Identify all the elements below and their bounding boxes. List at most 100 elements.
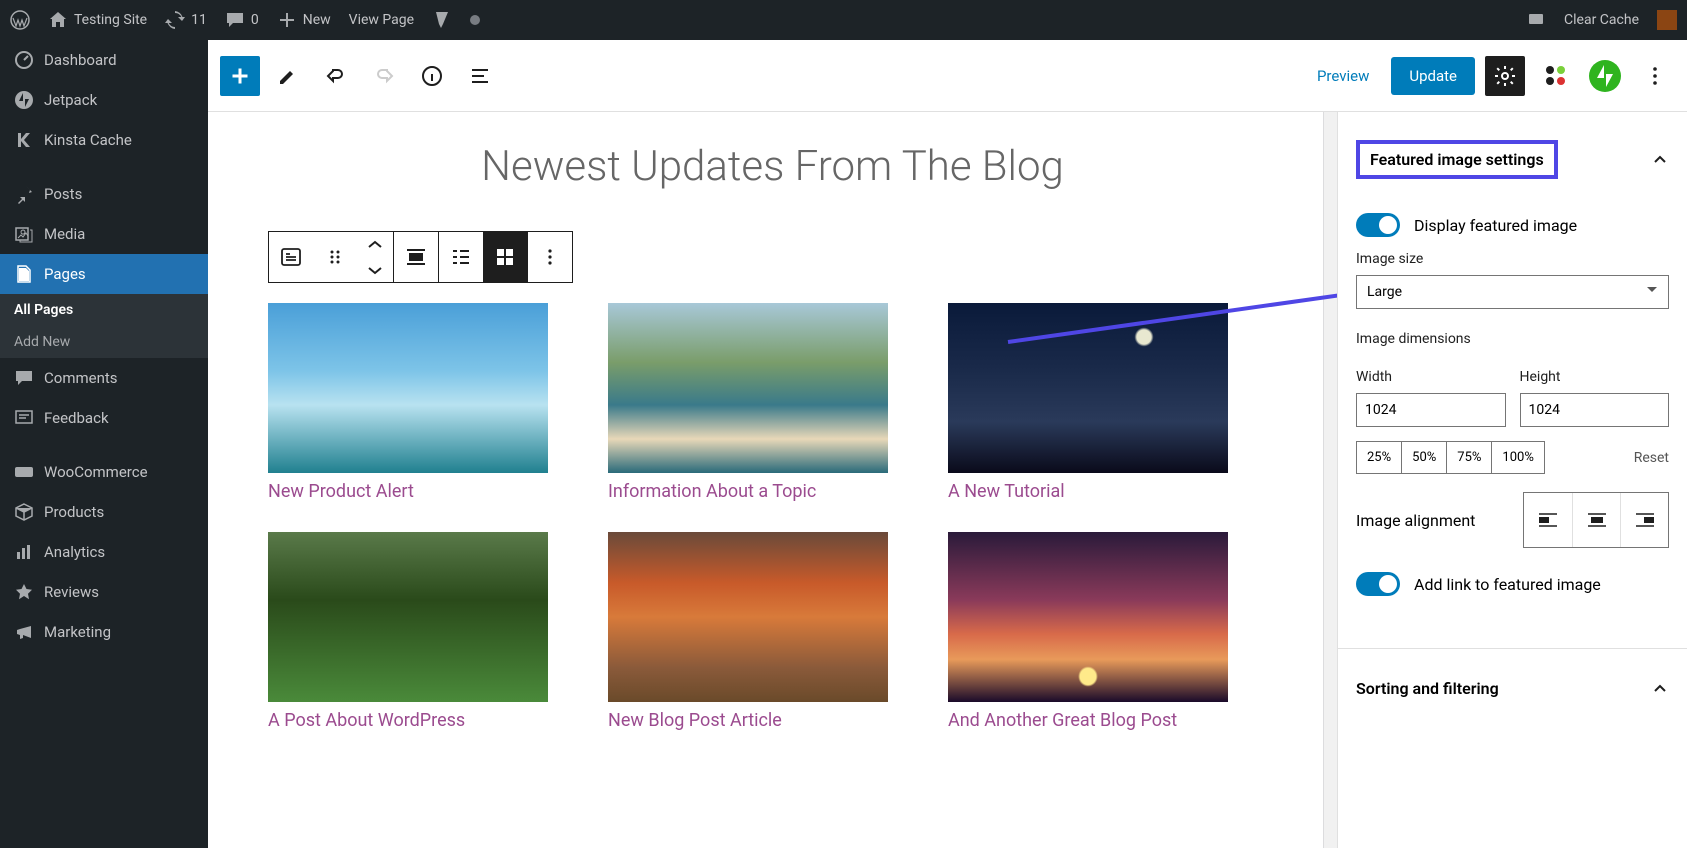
sidebar-item-media[interactable]: Media <box>0 214 208 254</box>
comment-icon <box>14 368 34 388</box>
sidebar-item-analytics[interactable]: Analytics <box>0 532 208 572</box>
notifications[interactable] <box>1526 10 1546 30</box>
site-name-label: Testing Site <box>74 12 147 28</box>
size-25-button[interactable]: 25% <box>1356 441 1402 474</box>
post-thumbnail <box>268 532 548 702</box>
sidebar-item-feedback[interactable]: Feedback <box>0 398 208 438</box>
products-icon <box>14 502 34 522</box>
settings-button[interactable] <box>1485 56 1525 96</box>
sorting-panel-header[interactable]: Sorting and filtering <box>1338 667 1687 710</box>
yoast-adminbar[interactable] <box>432 10 452 30</box>
post-title-link[interactable]: And Another Great Blog Post <box>948 710 1228 731</box>
site-name[interactable]: Testing Site <box>48 10 147 30</box>
align-right-icon <box>1634 511 1656 529</box>
block-settings-panel: Featured image settings Display featured… <box>1337 112 1687 848</box>
size-100-button[interactable]: 100% <box>1491 441 1544 474</box>
block-more-button[interactable] <box>528 232 572 282</box>
post-thumbnail <box>608 532 888 702</box>
new-label: New <box>303 12 331 28</box>
canvas-scrollbar[interactable] <box>1323 112 1337 848</box>
sidebar-item-kinsta[interactable]: Kinsta Cache <box>0 120 208 160</box>
preview-button[interactable]: Preview <box>1305 59 1381 93</box>
size-75-button[interactable]: 75% <box>1446 441 1492 474</box>
post-title-link[interactable]: New Blog Post Article <box>608 710 888 731</box>
post-title-link[interactable]: Information About a Topic <box>608 481 888 502</box>
more-options-button[interactable] <box>1635 56 1675 96</box>
align-button[interactable] <box>394 232 438 282</box>
grid-view-button[interactable] <box>483 232 527 282</box>
outline-button[interactable] <box>460 56 500 96</box>
height-input[interactable] <box>1520 393 1670 427</box>
more-vertical-icon <box>538 245 562 269</box>
redo-button[interactable] <box>364 56 404 96</box>
reset-button[interactable]: Reset <box>1634 450 1669 466</box>
user-avatar[interactable] <box>1657 10 1677 30</box>
featured-image-panel-header[interactable]: Featured image settings <box>1338 128 1687 191</box>
list-view-button[interactable] <box>439 232 483 282</box>
align-center-button[interactable] <box>1572 493 1620 547</box>
page-title[interactable]: Newest Updates From The Blog <box>268 142 1277 191</box>
align-right-button[interactable] <box>1620 493 1668 547</box>
block-type-button[interactable] <box>269 232 313 282</box>
post-card[interactable]: And Another Great Blog Post <box>948 532 1228 731</box>
sidebar-item-jetpack[interactable]: Jetpack <box>0 80 208 120</box>
sidebar-item-pages[interactable]: Pages <box>0 254 208 294</box>
yoast-button[interactable] <box>1535 56 1575 96</box>
clear-cache[interactable]: Clear Cache <box>1564 12 1639 28</box>
sidebar-sub-all-pages[interactable]: All Pages <box>0 294 208 326</box>
size-50-button[interactable]: 50% <box>1401 441 1447 474</box>
comments-count: 0 <box>251 12 259 28</box>
comment-icon <box>225 10 245 30</box>
more-vertical-icon <box>1643 64 1667 88</box>
image-size-select[interactable]: Large <box>1356 275 1669 309</box>
updates[interactable]: 11 <box>165 10 207 30</box>
drag-handle[interactable] <box>313 232 357 282</box>
gear-icon <box>1493 64 1517 88</box>
wp-logo[interactable] <box>10 10 30 30</box>
editor-header: Preview Update <box>208 40 1687 112</box>
posts-block-icon <box>279 245 303 269</box>
media-icon <box>14 224 34 244</box>
align-left-button[interactable] <box>1524 493 1572 547</box>
feedback-icon <box>14 408 34 428</box>
jetpack-button[interactable] <box>1585 56 1625 96</box>
pin-icon <box>14 184 34 204</box>
chat-icon <box>1526 10 1546 30</box>
add-block-button[interactable] <box>220 56 260 96</box>
editor-canvas[interactable]: Newest Updates From The Blog <box>208 112 1337 848</box>
sidebar-item-comments[interactable]: Comments <box>0 358 208 398</box>
add-link-toggle[interactable] <box>1356 572 1400 596</box>
block-toolbar <box>268 231 573 283</box>
post-card[interactable]: New Product Alert <box>268 303 548 502</box>
admin-sidebar: Dashboard Jetpack Kinsta Cache Posts Med… <box>0 40 208 848</box>
image-size-label: Image size <box>1356 251 1669 267</box>
sidebar-sub-add-new[interactable]: Add New <box>0 326 208 358</box>
sidebar-item-marketing[interactable]: Marketing <box>0 612 208 652</box>
view-page[interactable]: View Page <box>349 12 414 28</box>
display-featured-toggle[interactable] <box>1356 213 1400 237</box>
post-title-link[interactable]: New Product Alert <box>268 481 548 502</box>
post-card[interactable]: Information About a Topic <box>608 303 888 502</box>
post-title-link[interactable]: A Post About WordPress <box>268 710 548 731</box>
edit-mode-button[interactable] <box>268 56 308 96</box>
sidebar-item-dashboard[interactable]: Dashboard <box>0 40 208 80</box>
info-button[interactable] <box>412 56 452 96</box>
post-title-link[interactable]: A New Tutorial <box>948 481 1228 502</box>
post-card[interactable]: A New Tutorial <box>948 303 1228 502</box>
update-button[interactable]: Update <box>1391 57 1475 95</box>
post-card[interactable]: New Blog Post Article <box>608 532 888 731</box>
chevron-down-icon <box>366 264 384 276</box>
move-down-button[interactable] <box>357 257 393 282</box>
new-content[interactable]: New <box>277 10 331 30</box>
sidebar-item-reviews[interactable]: Reviews <box>0 572 208 612</box>
sidebar-item-woocommerce[interactable]: WooCommerce <box>0 452 208 492</box>
undo-button[interactable] <box>316 56 356 96</box>
post-card[interactable]: A Post About WordPress <box>268 532 548 731</box>
sidebar-item-posts[interactable]: Posts <box>0 174 208 214</box>
width-input[interactable] <box>1356 393 1506 427</box>
move-up-button[interactable] <box>357 232 393 257</box>
status-dot <box>470 15 480 25</box>
kinsta-icon <box>14 130 34 150</box>
comments[interactable]: 0 <box>225 10 259 30</box>
sidebar-item-products[interactable]: Products <box>0 492 208 532</box>
